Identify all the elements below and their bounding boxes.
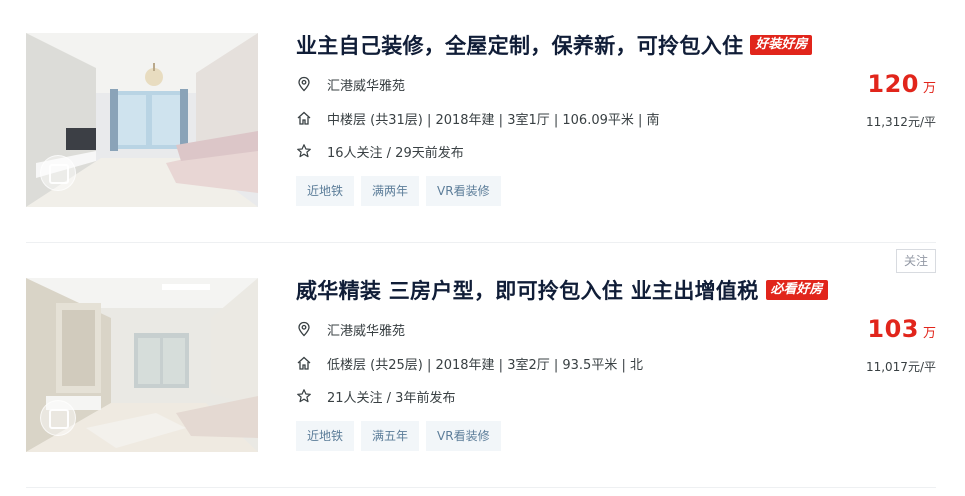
follow-info: 16人关注 / 29天前发布 bbox=[327, 145, 464, 161]
star-icon bbox=[297, 144, 311, 158]
promo-badge: 必看好房 bbox=[765, 280, 828, 300]
divider bbox=[26, 242, 936, 243]
location-pin-icon bbox=[298, 76, 310, 92]
tag-item: VR看装修 bbox=[426, 421, 501, 451]
vr-icon[interactable] bbox=[40, 400, 76, 436]
house-icon bbox=[297, 111, 311, 125]
listing-card[interactable]: 关注 威华精装 三房户型，即可拎包入住 业主出增值税 必看好房 汇港威华雅苑 低… bbox=[26, 249, 936, 452]
divider bbox=[26, 487, 936, 488]
star-icon bbox=[297, 389, 311, 403]
listing-card[interactable]: 业主自己装修，全屋定制，保养新，可拎包入住 好装好房 汇港威华雅苑 中楼层 (共… bbox=[26, 33, 936, 207]
total-price: 120 万 bbox=[867, 70, 936, 98]
community-link[interactable]: 汇港威华雅苑 bbox=[327, 75, 405, 94]
house-details: 低楼层 (共25层) | 2018年建 | 3室2厅 | 93.5平米 | 北 bbox=[327, 357, 643, 373]
listing-photo[interactable] bbox=[26, 33, 258, 207]
follow-button[interactable]: 关注 bbox=[896, 249, 936, 273]
price-value: 103 bbox=[867, 315, 919, 343]
promo-badge: 好装好房 bbox=[750, 35, 813, 55]
vr-icon[interactable] bbox=[40, 155, 76, 191]
tag-item: 近地铁 bbox=[296, 421, 355, 451]
community-link[interactable]: 汇港威华雅苑 bbox=[327, 320, 405, 339]
tag-list: 近地铁 满两年 VR看装修 bbox=[296, 176, 501, 206]
unit-price: 11,312元/平 bbox=[865, 115, 936, 129]
follow-info: 21人关注 / 3年前发布 bbox=[327, 390, 456, 406]
tag-item: 近地铁 bbox=[296, 176, 355, 206]
unit-price: 11,017元/平 bbox=[865, 360, 936, 374]
tag-list: 近地铁 满五年 VR看装修 bbox=[296, 421, 501, 451]
total-price: 103 万 bbox=[867, 315, 936, 343]
price-unit: 万 bbox=[922, 326, 936, 341]
listing-title[interactable]: 业主自己装修，全屋定制，保养新，可拎包入住 bbox=[296, 30, 743, 60]
location-pin-icon bbox=[298, 321, 310, 337]
house-details: 中楼层 (共31层) | 2018年建 | 3室1厅 | 106.09平米 | … bbox=[327, 112, 660, 128]
tag-item: 满五年 bbox=[361, 421, 420, 451]
tag-item: VR看装修 bbox=[426, 176, 501, 206]
tag-item: 满两年 bbox=[361, 176, 420, 206]
listing-photo[interactable] bbox=[26, 278, 258, 452]
house-icon bbox=[297, 356, 311, 370]
price-value: 120 bbox=[867, 70, 919, 98]
price-unit: 万 bbox=[922, 81, 936, 96]
listing-title[interactable]: 威华精装 三房户型，即可拎包入住 业主出增值税 bbox=[296, 275, 759, 305]
